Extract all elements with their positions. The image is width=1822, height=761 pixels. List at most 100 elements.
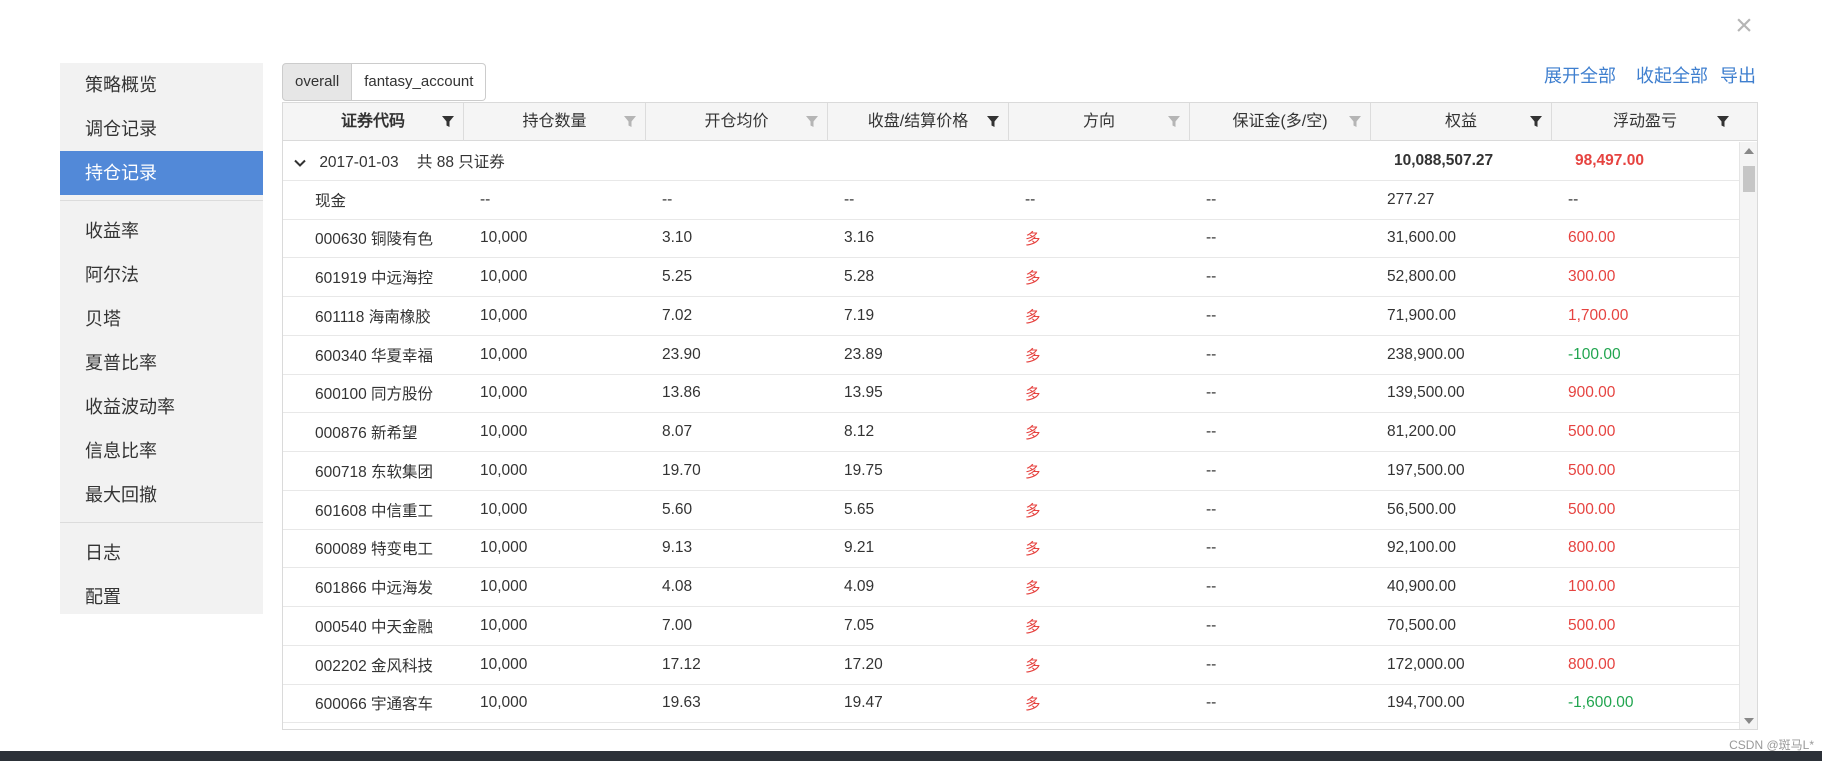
table-row[interactable]: 600340 华夏幸福 10,000 23.90 23.89 多 -- 238,900.00… <box>283 336 1739 375</box>
sidebar-item-rebalance-records[interactable]: 调仓记录 <box>60 107 263 151</box>
sidebar-item-strategy-overview[interactable]: 策略概览 <box>60 63 263 107</box>
cell-open-price: 7.00 <box>662 616 693 634</box>
cell-open-price: 19.63 <box>662 694 701 712</box>
cell-code: 000630 铜陵有色 <box>315 231 434 249</box>
cell-direction: 多 <box>1025 657 1041 675</box>
cell-quantity: 10,000 <box>480 539 528 557</box>
filter-icon[interactable] <box>986 115 1000 129</box>
sidebar-item-alpha[interactable]: 阿尔法 <box>60 253 263 297</box>
cell-equity: 92,100.00 <box>1387 539 1456 557</box>
cell-floating-pnl: 500.00 <box>1568 616 1616 634</box>
sidebar-item-config[interactable]: 配置 <box>60 575 263 619</box>
sidebar-item-max-drawdown[interactable]: 最大回撤 <box>60 473 263 517</box>
cell-equity: 139,500.00 <box>1387 384 1465 402</box>
cell-equity: 52,800.00 <box>1387 268 1456 286</box>
cell-floating-pnl: -- <box>1568 190 1579 208</box>
cell-direction: 多 <box>1025 696 1041 714</box>
table-row[interactable]: 000630 铜陵有色 10,000 3.10 3.16 多 -- 31,600.00 600… <box>283 220 1739 259</box>
group-date: 2017-01-03 <box>319 153 399 171</box>
cell-close-price: 17.20 <box>844 655 883 673</box>
filter-icon[interactable] <box>623 115 637 129</box>
sidebar-item-returns[interactable]: 收益率 <box>60 209 263 253</box>
filter-icon[interactable] <box>805 115 819 129</box>
column-header-label: 权益 <box>1444 113 1477 130</box>
group-row[interactable]: 2017-01-03 共 88 只证券 10,088,507.27 98,497… <box>283 142 1739 181</box>
column-header-label: 持仓数量 <box>522 113 587 130</box>
cell-direction: 多 <box>1025 347 1041 365</box>
filter-icon[interactable] <box>1167 115 1181 129</box>
sidebar-item-information-ratio[interactable]: 信息比率 <box>60 429 263 473</box>
collapse-all-link[interactable]: 收起全部 <box>1636 62 1708 88</box>
sidebar-item-position-records[interactable]: 持仓记录 <box>60 151 263 195</box>
column-header-open-price[interactable]: 开仓均价 <box>646 103 828 141</box>
filter-icon[interactable] <box>441 115 455 129</box>
column-header-floating-pnl[interactable]: 浮动盈亏 <box>1552 103 1738 141</box>
sidebar-item-volatility[interactable]: 收益波动率 <box>60 385 263 429</box>
cell-direction: 多 <box>1025 541 1041 559</box>
tab-fantasy-account[interactable]: fantasy_account <box>352 63 487 101</box>
cell-close-price: 7.19 <box>844 306 875 324</box>
column-header-equity[interactable]: 权益 <box>1371 103 1552 141</box>
cell-floating-pnl: 600.00 <box>1568 229 1616 247</box>
filter-icon[interactable] <box>1348 115 1362 129</box>
cell-code: 000876 新希望 <box>315 425 418 443</box>
table-row[interactable]: 002202 金风科技 10,000 17.12 17.20 多 -- 172,000.00… <box>283 646 1739 685</box>
sidebar-item-logs[interactable]: 日志 <box>60 531 263 575</box>
cell-code: 600089 特变电工 <box>315 541 434 559</box>
cell-floating-pnl: -100.00 <box>1568 345 1621 363</box>
table-row[interactable]: 600066 宇通客车 10,000 19.63 19.47 多 -- 194,700.00… <box>283 685 1739 724</box>
column-header-margin[interactable]: 保证金(多/空) <box>1190 103 1371 141</box>
column-header-direction[interactable]: 方向 <box>1009 103 1190 141</box>
cell-floating-pnl: 100.00 <box>1568 578 1616 596</box>
close-icon[interactable]: × <box>1729 10 1759 42</box>
table-actions: 展开全部 收起全部 导出 <box>1544 62 1756 88</box>
table-row[interactable]: 600718 东软集团 10,000 19.70 19.75 多 -- 197,500.00… <box>283 452 1739 491</box>
column-header-quantity[interactable]: 持仓数量 <box>464 103 646 141</box>
filter-icon[interactable] <box>1529 115 1543 129</box>
cell-direction: 多 <box>1025 618 1041 636</box>
cell-quantity: 10,000 <box>480 616 528 634</box>
scroll-thumb[interactable] <box>1743 166 1755 192</box>
cell-quantity: 10,000 <box>480 423 528 441</box>
table-row[interactable]: 000540 中天金融 10,000 7.00 7.05 多 -- 70,500.00 500… <box>283 607 1739 646</box>
table-row[interactable]: 000876 新希望 10,000 8.07 8.12 多 -- 81,200.00 500.… <box>283 413 1739 452</box>
cell-floating-pnl: 500.00 <box>1568 423 1616 441</box>
cell-close-price: 4.09 <box>844 578 875 596</box>
cell-open-price: 13.86 <box>662 384 701 402</box>
cell-open-price: 5.60 <box>662 500 693 518</box>
column-header-label: 浮动盈亏 <box>1612 113 1677 130</box>
cell-equity: 172,000.00 <box>1387 655 1465 673</box>
filter-icon[interactable] <box>1716 115 1730 129</box>
table-row[interactable]: 601118 海南橡胶 10,000 7.02 7.19 多 -- 71,900.00 1,7… <box>283 297 1739 336</box>
scroll-down-arrow-icon[interactable] <box>1744 718 1754 724</box>
table-row[interactable]: 现金 -- -- -- -- -- 277.27 -- <box>283 181 1739 220</box>
chevron-down-icon[interactable] <box>293 156 307 170</box>
export-link[interactable]: 导出 <box>1720 62 1756 88</box>
cell-equity: 197,500.00 <box>1387 461 1465 479</box>
cell-close-price: 5.65 <box>844 500 875 518</box>
cell-open-price: 23.90 <box>662 345 701 363</box>
column-header-code[interactable]: 证券代码 <box>283 103 464 141</box>
tab-overall[interactable]: overall <box>282 63 353 101</box>
cell-direction: 多 <box>1025 308 1041 326</box>
sidebar-item-sharpe[interactable]: 夏普比率 <box>60 341 263 385</box>
table-row[interactable]: 601919 中远海控 10,000 5.25 5.28 多 -- 52,800.00 300… <box>283 258 1739 297</box>
expand-all-link[interactable]: 展开全部 <box>1544 62 1616 88</box>
table-row[interactable]: 601866 中远海发 10,000 4.08 4.09 多 -- 40,900.00 100… <box>283 568 1739 607</box>
cell-equity: 70,500.00 <box>1387 616 1456 634</box>
cell-code: 002202 金风科技 <box>315 657 434 675</box>
scroll-up-arrow-icon[interactable] <box>1744 148 1754 154</box>
cell-floating-pnl: 500.00 <box>1568 500 1616 518</box>
cell-open-price: 7.02 <box>662 306 693 324</box>
table-row[interactable]: 600100 同方股份 10,000 13.86 13.95 多 -- 139,500.00… <box>283 375 1739 414</box>
cell-direction: 多 <box>1025 270 1041 288</box>
holdings-dialog: × 策略概览 调仓记录 持仓记录 收益率 阿尔法 贝塔 夏普比率 收益波动率 信… <box>0 0 1822 752</box>
table-row[interactable]: 601608 中信重工 10,000 5.60 5.65 多 -- 56,500.00 500… <box>283 491 1739 530</box>
cell-open-price: 17.12 <box>662 655 701 673</box>
table-row[interactable]: 600089 特变电工 10,000 9.13 9.21 多 -- 92,100.00 800… <box>283 530 1739 569</box>
cell-close-price: 19.75 <box>844 461 883 479</box>
cell-direction: -- <box>1025 190 1036 208</box>
column-header-close-price[interactable]: 收盘/结算价格 <box>828 103 1009 141</box>
sidebar-item-beta[interactable]: 贝塔 <box>60 297 263 341</box>
vertical-scrollbar[interactable] <box>1739 142 1757 729</box>
